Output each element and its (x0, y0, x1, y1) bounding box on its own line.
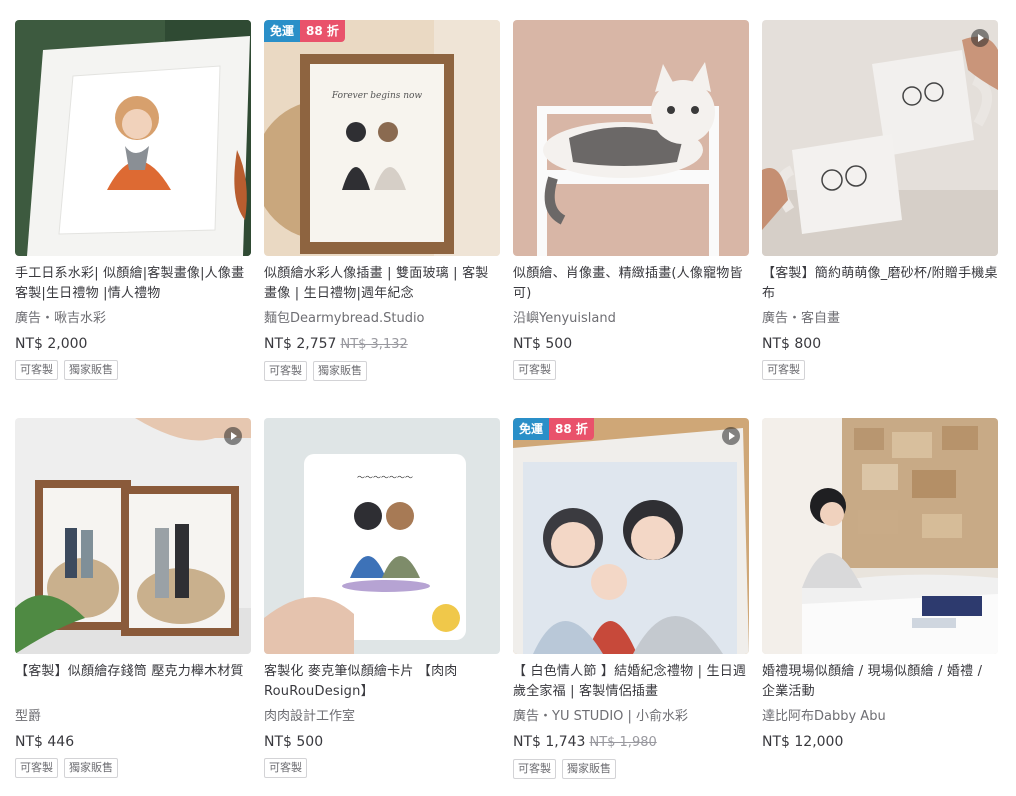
shop-name[interactable]: 廣告・YU STUDIO | 小俞水彩 (513, 708, 749, 726)
tag-customizable: 可客製 (264, 361, 307, 381)
original-price: NT$ 3,132 (340, 337, 408, 352)
product-thumbnail[interactable]: 免運 88 折 (513, 418, 749, 654)
badge-group: 免運 88 折 (264, 20, 345, 42)
product-price: NT$ 800 (762, 334, 998, 354)
video-play-icon[interactable] (722, 427, 740, 445)
tag-customizable: 可客製 (264, 758, 307, 778)
product-price: NT$ 1,743 NT$ 1,980 (513, 732, 749, 753)
tag-list: 可客製 獨家販售 (15, 360, 251, 380)
price-value: NT$ 2,000 (15, 336, 88, 352)
free-shipping-badge: 免運 (513, 418, 550, 440)
shop-label[interactable]: 沿嶼Yenyuisland (513, 311, 616, 326)
product-price: NT$ 2,757 NT$ 3,132 (264, 334, 500, 355)
tag-exclusive: 獨家販售 (562, 759, 616, 779)
product-thumbnail[interactable] (15, 20, 251, 256)
product-price: NT$ 2,000 (15, 334, 251, 354)
product-price: NT$ 446 (15, 732, 251, 752)
tag-customizable: 可客製 (513, 360, 556, 380)
product-price: NT$ 12,000 (762, 732, 998, 752)
badge-group: 免運 88 折 (513, 418, 594, 440)
shop-name[interactable]: 肉肉設計工作室 (264, 708, 500, 726)
product-card[interactable]: 【客製】似顏繪存錢筒 壓克力櫸木材質 型爵 NT$ 446 可客製 獨家販售 (15, 418, 251, 778)
product-card[interactable]: 手工日系水彩| 似顏繪|客製畫像|人像畫客製|生日禮物 |情人禮物 廣告・啾吉水… (15, 20, 251, 380)
cat-on-chair-illustration-icon (513, 20, 749, 256)
price-value: NT$ 446 (15, 734, 75, 750)
tag-customizable: 可客製 (15, 758, 58, 778)
video-play-icon[interactable] (224, 427, 242, 445)
marker-portrait-card-icon: ～～～～～～～ (264, 418, 500, 654)
product-price: NT$ 500 (264, 732, 500, 752)
product-title[interactable]: 似顏繪、肖像畫、精緻插畫(人像寵物皆可) (513, 264, 749, 304)
shop-label[interactable]: YU STUDIO | 小俞水彩 (552, 709, 688, 724)
tag-exclusive: 獨家販售 (313, 361, 367, 381)
product-card[interactable]: ～～～～～～～ 客製化 麥克筆似顏繪卡片 【肉肉RouRouDesign】 肉肉… (264, 418, 500, 778)
shop-name[interactable]: 沿嶼Yenyuisland (513, 310, 749, 328)
tag-list: 可客製 獨家販售 (264, 361, 500, 381)
watercolor-portrait-frame-icon (15, 20, 251, 256)
discount-badge: 88 折 (300, 20, 345, 42)
shop-label[interactable]: 達比阿布Dabby Abu (762, 709, 886, 724)
live-drawing-event-icon (762, 418, 998, 654)
shop-label[interactable]: 型爵 (15, 709, 41, 724)
couple-portrait-wood-frame-icon: Forever begins now (264, 20, 500, 256)
tag-list: 可客製 (513, 360, 749, 380)
shop-name[interactable]: 麵包Dearmybread.Studio (264, 310, 500, 328)
ad-label: 廣告・ (762, 311, 802, 326)
shop-label[interactable]: 肉肉設計工作室 (264, 709, 355, 724)
free-shipping-badge: 免運 (264, 20, 301, 42)
ad-label: 廣告・ (15, 311, 55, 326)
acrylic-coin-bank-icon (15, 418, 251, 654)
product-title[interactable]: 【 白色情人節 】結婚紀念禮物 | 生日週歲全家福 | 客製情侶插畫 (513, 662, 749, 702)
shop-name[interactable]: 達比阿布Dabby Abu (762, 708, 998, 726)
product-title[interactable]: 婚禮現場似顏繪 / 現場似顏繪 / 婚禮 / 企業活動 (762, 662, 998, 702)
tag-customizable: 可客製 (15, 360, 58, 380)
shop-name[interactable]: 廣告・客自畫 (762, 310, 998, 328)
product-card[interactable]: 【客製】簡約萌萌像_磨砂杯/附贈手機桌布 廣告・客自畫 NT$ 800 可客製 (762, 20, 998, 380)
product-grid: 手工日系水彩| 似顏繪|客製畫像|人像畫客製|生日禮物 |情人禮物 廣告・啾吉水… (0, 0, 1016, 796)
tag-list: 可客製 獨家販售 (15, 758, 251, 778)
product-price: NT$ 500 (513, 334, 749, 354)
product-card[interactable]: 免運 88 折 【 白色情人節 】結婚紀念禮物 | 生日週歲全家福 | 客製情侶… (513, 418, 749, 779)
shop-label[interactable]: 麵包Dearmybread.Studio (264, 311, 425, 326)
product-thumbnail[interactable] (513, 20, 749, 256)
product-title[interactable]: 手工日系水彩| 似顏繪|客製畫像|人像畫客製|生日禮物 |情人禮物 (15, 264, 251, 304)
svg-text:～～～～～～～: ～～～～～～～ (357, 473, 413, 482)
video-play-icon[interactable] (971, 29, 989, 47)
price-value: NT$ 500 (513, 336, 573, 352)
price-value: NT$ 2,757 (264, 336, 337, 352)
svg-text:Forever begins now: Forever begins now (331, 91, 423, 101)
product-thumbnail[interactable] (15, 418, 251, 654)
tag-list: 可客製 (762, 360, 998, 380)
family-portrait-illustration-icon (513, 418, 749, 654)
shop-label[interactable]: 啾吉水彩 (54, 311, 106, 326)
frosted-mugs-couple-icon (762, 20, 998, 256)
price-value: NT$ 500 (264, 734, 324, 750)
shop-name[interactable]: 型爵 (15, 708, 251, 726)
product-title[interactable]: 客製化 麥克筆似顏繪卡片 【肉肉RouRouDesign】 (264, 662, 500, 702)
price-value: NT$ 1,743 (513, 734, 586, 750)
tag-list: 可客製 (264, 758, 500, 778)
tag-customizable: 可客製 (513, 759, 556, 779)
tag-list: 可客製 獨家販售 (513, 759, 749, 779)
product-thumbnail[interactable] (762, 418, 998, 654)
product-card[interactable]: Forever begins now 免運 88 折 似顏繪水彩人像插畫 | 雙… (264, 20, 500, 381)
price-value: NT$ 12,000 (762, 734, 844, 750)
product-card[interactable]: 婚禮現場似顏繪 / 現場似顏繪 / 婚禮 / 企業活動 達比阿布Dabby Ab… (762, 418, 998, 752)
price-value: NT$ 800 (762, 336, 822, 352)
ad-label: 廣告・ (513, 709, 553, 724)
product-thumbnail[interactable] (762, 20, 998, 256)
discount-badge: 88 折 (549, 418, 594, 440)
shop-name[interactable]: 廣告・啾吉水彩 (15, 310, 251, 328)
tag-exclusive: 獨家販售 (64, 360, 118, 380)
shop-label[interactable]: 客自畫 (801, 311, 840, 326)
original-price: NT$ 1,980 (589, 735, 657, 750)
product-thumbnail[interactable]: Forever begins now 免運 88 折 (264, 20, 500, 256)
product-title[interactable]: 【客製】似顏繪存錢筒 壓克力櫸木材質 (15, 662, 251, 702)
tag-customizable: 可客製 (762, 360, 805, 380)
product-card[interactable]: 似顏繪、肖像畫、精緻插畫(人像寵物皆可) 沿嶼Yenyuisland NT$ 5… (513, 20, 749, 380)
product-title[interactable]: 【客製】簡約萌萌像_磨砂杯/附贈手機桌布 (762, 264, 998, 304)
product-thumbnail[interactable]: ～～～～～～～ (264, 418, 500, 654)
product-title[interactable]: 似顏繪水彩人像插畫 | 雙面玻璃 | 客製畫像 | 生日禮物|週年紀念 (264, 264, 500, 304)
tag-exclusive: 獨家販售 (64, 758, 118, 778)
